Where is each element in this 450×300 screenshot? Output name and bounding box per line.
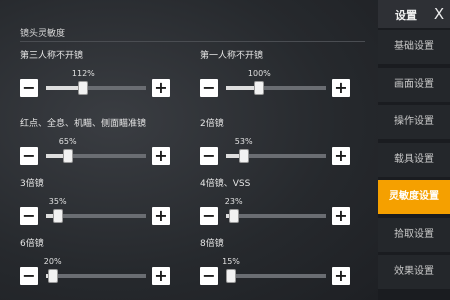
slider-thumb[interactable] — [47, 269, 58, 283]
section-divider — [20, 41, 365, 42]
decrease-button[interactable]: − — [20, 207, 38, 225]
slider-value: 15% — [222, 257, 240, 266]
slider-row: 第三人称不开镜 112% − + — [20, 48, 170, 98]
slider-value: 35% — [48, 197, 67, 206]
slider-value: 23% — [224, 197, 243, 206]
sidebar-menu-item[interactable]: 效果设置 — [378, 255, 450, 289]
slider-track[interactable] — [46, 149, 146, 163]
decrease-button[interactable]: − — [20, 79, 38, 97]
slider-track[interactable] — [226, 149, 326, 163]
close-button[interactable]: X — [430, 4, 448, 24]
section-title: 镜头灵敏度 — [20, 29, 66, 39]
settings-sidebar: 设置 X 基础设置 画面设置 操作设置 载具设置 灵敏度设置 拾取设置 效果设置 — [378, 0, 450, 300]
slider-row: 8倍镜 15% − + — [200, 236, 350, 286]
increase-button[interactable]: + — [152, 267, 170, 285]
slider-label: 2倍镜 — [200, 119, 224, 129]
slider-row: 红点、全息、机瞄、侧面瞄准镜 65% − + — [20, 116, 170, 166]
slider-track[interactable] — [46, 81, 146, 95]
slider-row: 6倍镜 20% − + — [20, 236, 170, 286]
sidebar-menu-item[interactable]: 载具设置 — [378, 142, 450, 177]
slider-track[interactable] — [226, 209, 326, 223]
slider-thumb[interactable] — [238, 149, 249, 163]
slider-value: 20% — [43, 257, 62, 266]
sidebar-menu-item[interactable]: 操作设置 — [378, 105, 450, 139]
increase-button[interactable]: + — [332, 207, 350, 225]
increase-button[interactable]: + — [152, 207, 170, 225]
sidebar-menu-item[interactable]: 基础设置 — [378, 30, 450, 64]
sidebar-menu-item[interactable]: 灵敏度设置 — [378, 180, 450, 214]
slider-row: 第一人称不开镜 100% − + — [200, 48, 350, 98]
slider-track[interactable] — [226, 269, 326, 283]
sensitivity-panel: 镜头灵敏度 第三人称不开镜 112% − + 第一人称不开镜 100% − + 红点、全息、机瞄… — [0, 0, 378, 300]
slider-value: 65% — [58, 137, 77, 146]
increase-button[interactable]: + — [152, 147, 170, 165]
slider-label: 第三人称不开镜 — [20, 51, 84, 61]
slider-thumb[interactable] — [226, 269, 236, 283]
sidebar-title: 设置 — [395, 9, 417, 22]
slider-row: 3倍镜 35% − + — [20, 176, 170, 226]
slider-track[interactable] — [46, 269, 146, 283]
increase-button[interactable]: + — [332, 267, 350, 285]
slider-value: 53% — [234, 137, 253, 146]
slider-track[interactable] — [226, 81, 326, 95]
slider-label: 3倍镜 — [20, 179, 44, 189]
increase-button[interactable]: + — [332, 79, 350, 97]
slider-thumb[interactable] — [78, 81, 89, 95]
slider-label: 6倍镜 — [20, 239, 44, 249]
slider-thumb[interactable] — [62, 149, 73, 163]
slider-label: 红点、全息、机瞄、侧面瞄准镜 — [20, 119, 147, 129]
sidebar-header: 设置 X — [378, 0, 450, 28]
slider-row: 4倍镜、VSS 23% − + — [200, 176, 350, 226]
slider-label: 第一人称不开镜 — [200, 51, 264, 61]
slider-label: 4倍镜、VSS — [200, 179, 251, 189]
decrease-button[interactable]: − — [200, 79, 218, 97]
slider-row: 2倍镜 53% − + — [200, 116, 350, 166]
decrease-button[interactable]: − — [20, 267, 38, 285]
sidebar-menu-item[interactable]: 画面设置 — [378, 67, 450, 102]
increase-button[interactable]: + — [152, 79, 170, 97]
slider-thumb[interactable] — [254, 81, 265, 95]
decrease-button[interactable]: − — [20, 147, 38, 165]
decrease-button[interactable]: − — [200, 207, 218, 225]
slider-value: 112% — [71, 69, 95, 78]
decrease-button[interactable]: − — [200, 147, 218, 165]
slider-label: 8倍镜 — [200, 239, 224, 249]
decrease-button[interactable]: − — [200, 267, 218, 285]
slider-value: 100% — [247, 69, 271, 78]
increase-button[interactable]: + — [332, 147, 350, 165]
slider-thumb[interactable] — [52, 209, 63, 223]
slider-thumb[interactable] — [228, 209, 239, 223]
sidebar-menu-item[interactable]: 拾取设置 — [378, 217, 450, 252]
slider-track[interactable] — [46, 209, 146, 223]
